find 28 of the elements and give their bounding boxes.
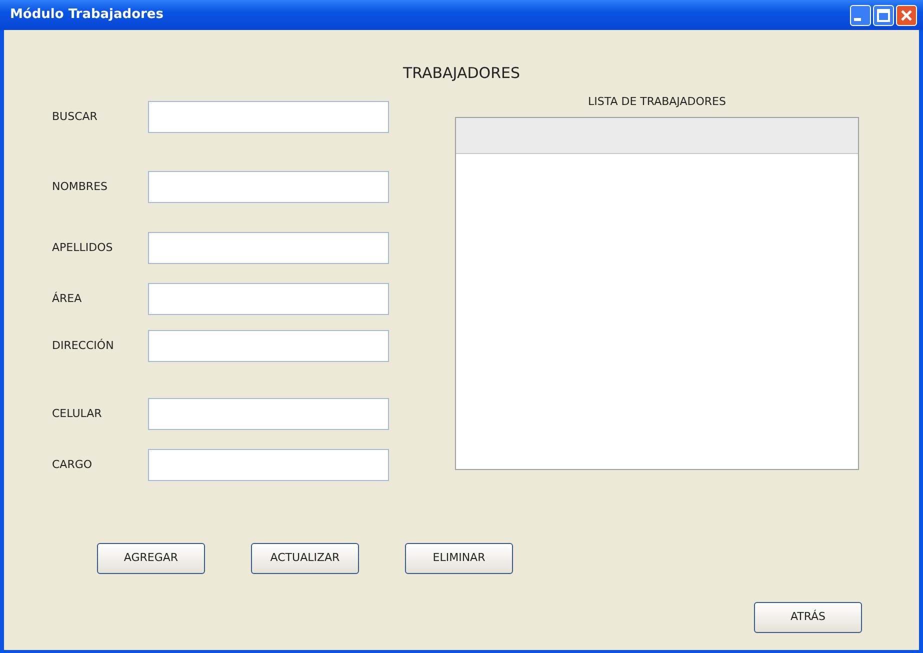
field-label: ÁREA <box>52 290 83 307</box>
maximize-button[interactable] <box>873 4 894 26</box>
field-label: BUSCAR <box>52 108 98 125</box>
text-field[interactable] <box>148 171 389 203</box>
text-field[interactable] <box>148 101 389 133</box>
form-heading: TRABAJADORES <box>402 63 521 84</box>
field-label: CARGO <box>52 456 94 473</box>
list-title: LISTA DE TRABAJADORES <box>588 94 726 110</box>
field-label: CELULAR <box>52 406 103 422</box>
workers-table[interactable] <box>455 117 859 470</box>
text-field[interactable] <box>148 449 389 481</box>
action-button[interactable]: ACTUALIZAR <box>251 543 359 574</box>
text-field[interactable] <box>148 330 389 362</box>
back-button[interactable]: ATRÁS <box>754 602 862 633</box>
action-button[interactable]: AGREGAR <box>97 543 205 574</box>
field-label: APELLIDOS <box>52 240 114 256</box>
text-field[interactable] <box>148 232 389 264</box>
minimize-icon <box>854 18 861 20</box>
text-field[interactable] <box>148 398 389 430</box>
field-label: NOMBRES <box>52 178 108 195</box>
text-field[interactable] <box>148 283 389 315</box>
minimize-button[interactable] <box>850 4 871 26</box>
maximize-icon <box>877 8 890 22</box>
field-label: DIRECCIÓN <box>52 338 115 354</box>
action-button[interactable]: ELIMINAR <box>405 543 513 574</box>
window-title: Módulo Trabajadores <box>10 6 164 24</box>
close-button[interactable] <box>896 4 917 26</box>
close-icon <box>901 10 912 20</box>
